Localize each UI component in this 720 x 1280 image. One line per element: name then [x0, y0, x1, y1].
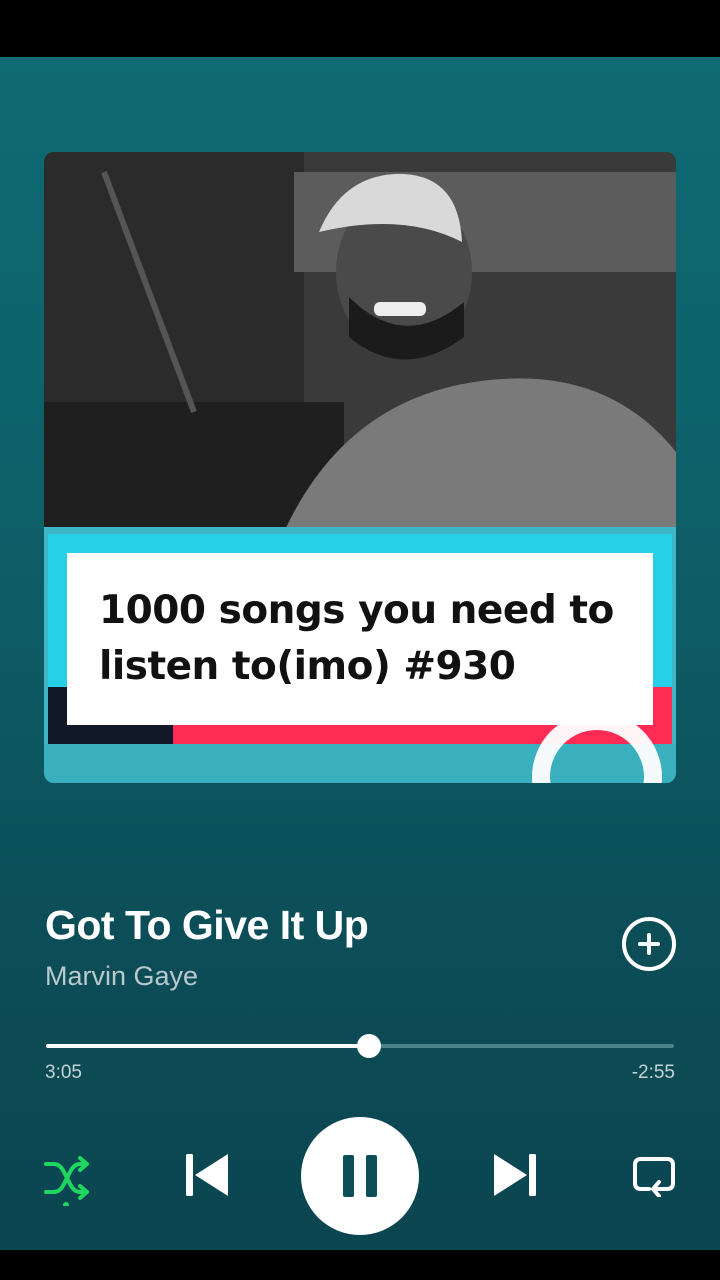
shuffle-icon[interactable] [44, 1156, 90, 1208]
track-title: Got To Give It Up [45, 902, 369, 948]
skip-previous-icon[interactable] [184, 1152, 230, 1198]
progress-bar[interactable] [46, 1034, 674, 1058]
album-cover: 1000 songs you need to listen to(imo) #9… [44, 152, 676, 783]
track-artist[interactable]: Marvin Gaye [45, 961, 198, 992]
add-circle-icon[interactable] [622, 917, 676, 971]
cover-photo [44, 152, 676, 532]
skip-next-icon[interactable] [492, 1152, 538, 1198]
navigation-bar [0, 1250, 720, 1280]
status-bar [0, 0, 720, 57]
remaining-time: -2:55 [631, 1062, 675, 1083]
pause-icon [343, 1155, 377, 1197]
tiktok-caption-card: 1000 songs you need to listen to(imo) #9… [67, 553, 653, 725]
progress-thumb[interactable] [356, 1034, 381, 1058]
elapsed-time: 3:05 [45, 1062, 82, 1083]
progress-fill [46, 1044, 369, 1048]
repeat-icon[interactable] [631, 1155, 677, 1198]
pause-button[interactable] [301, 1117, 419, 1235]
cover-caption: 1000 songs you need to listen to(imo) #9… [99, 588, 614, 689]
